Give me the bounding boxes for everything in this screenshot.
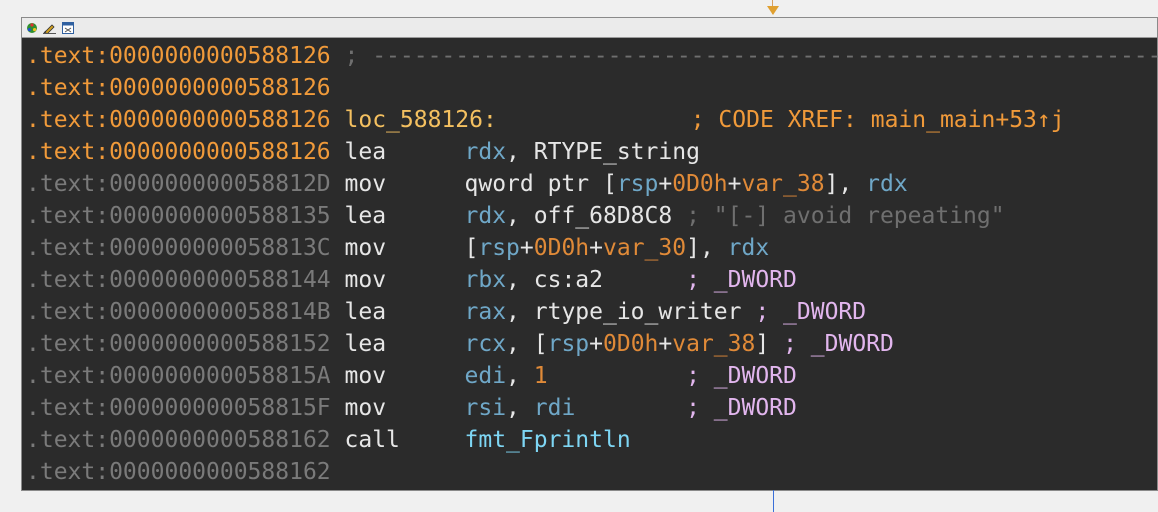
code-line[interactable]: .text:0000000000588126 bbox=[22, 72, 1157, 104]
operand-symbol[interactable]: cs:a2 bbox=[534, 267, 603, 293]
line-address: .text:0000000000588162 bbox=[26, 427, 331, 453]
type-comment: ; _DWORD bbox=[686, 267, 797, 293]
operand-text: ], bbox=[824, 171, 867, 197]
edit-icon[interactable] bbox=[43, 21, 56, 34]
operand-text: [ bbox=[533, 331, 548, 357]
incoming-edge-arrow-icon bbox=[767, 6, 779, 15]
code-line[interactable]: .text:0000000000588126 loc_588126: ; COD… bbox=[22, 104, 1157, 136]
type-comment: ; _DWORD bbox=[686, 395, 797, 421]
mnemonic: lea bbox=[344, 299, 387, 325]
mnemonic: mov bbox=[344, 363, 387, 389]
code-line[interactable]: .text:0000000000588152 lea rcx, [rsp+0D0h… bbox=[22, 328, 1157, 360]
operand-register[interactable]: rsi bbox=[465, 395, 507, 421]
operand-variable[interactable]: var_38 bbox=[672, 331, 755, 357]
mnemonic: mov bbox=[344, 395, 387, 421]
outgoing-edge bbox=[773, 490, 774, 512]
line-address: .text:000000000058815A bbox=[26, 363, 331, 389]
operand-symbol[interactable]: off_68D8C8 bbox=[534, 203, 672, 229]
operand-offset: 0D0h bbox=[672, 171, 728, 197]
code-line[interactable]: .text:0000000000588135 lea rdx, off_68D8C… bbox=[22, 200, 1157, 232]
code-line[interactable]: .text:0000000000588162 bbox=[22, 456, 1157, 488]
type-comment: ; _DWORD bbox=[783, 331, 894, 357]
operand-register[interactable]: rsp bbox=[617, 171, 659, 197]
xref-comment[interactable]: ; CODE XREF: main_main+53↑j bbox=[691, 107, 1065, 133]
operand-register[interactable]: rsp bbox=[548, 331, 590, 357]
line-address: .text:000000000058815F bbox=[26, 395, 331, 421]
line-address: .text:000000000058814B bbox=[26, 299, 331, 325]
operand-text: ] bbox=[755, 331, 770, 357]
code-line[interactable]: .text:0000000000588126 lea rdx, RTYPE_str… bbox=[22, 136, 1157, 168]
operand-register[interactable]: rdi bbox=[534, 395, 576, 421]
line-address: .text:0000000000588126 bbox=[26, 139, 331, 165]
operand-variable[interactable]: var_30 bbox=[603, 235, 686, 261]
code-line[interactable]: .text:0000000000588162 call fmt_Fprintln bbox=[22, 424, 1157, 456]
operand-immediate: 1 bbox=[533, 363, 548, 389]
line-address: .text:0000000000588126 bbox=[26, 107, 331, 133]
operand-register[interactable]: edi bbox=[465, 363, 507, 389]
operand-text: ], bbox=[686, 235, 728, 261]
operand-register[interactable]: rdx bbox=[465, 203, 507, 229]
code-line[interactable]: .text:000000000058815F mov rsi, rdi ; _DW… bbox=[22, 392, 1157, 424]
type-comment: ; _DWORD bbox=[755, 299, 867, 325]
window-icon[interactable] bbox=[61, 21, 74, 34]
graph-icon[interactable] bbox=[25, 21, 38, 34]
line-address: .text:0000000000588152 bbox=[26, 331, 331, 357]
operand-offset: 0D0h bbox=[533, 235, 590, 261]
operand-register[interactable]: rdx bbox=[465, 139, 507, 165]
code-label[interactable]: loc_588126: bbox=[345, 107, 497, 133]
string-comment: ; "[-] avoid repeating" bbox=[686, 203, 1005, 229]
type-comment: ; _DWORD bbox=[686, 363, 797, 389]
mnemonic: lea bbox=[344, 331, 387, 357]
operand-register[interactable]: rsp bbox=[478, 235, 520, 261]
line-address: .text:0000000000588144 bbox=[26, 267, 331, 293]
mnemonic: lea bbox=[344, 139, 387, 165]
mnemonic: mov bbox=[344, 267, 387, 293]
operand-register[interactable]: rcx bbox=[465, 331, 507, 357]
code-line[interactable]: .text:0000000000588126 ; ---------------… bbox=[22, 40, 1158, 72]
separator-comment: ; --------------------------------------… bbox=[344, 43, 1158, 69]
operand-text: [ bbox=[464, 235, 479, 261]
operand-register[interactable]: rdx bbox=[728, 235, 770, 261]
operand-register[interactable]: rdx bbox=[866, 171, 908, 197]
line-address: .text:000000000058812D bbox=[26, 171, 331, 197]
operand-register[interactable]: rbx bbox=[465, 267, 507, 293]
operand-text: qword ptr [ bbox=[464, 171, 617, 197]
code-line[interactable]: .text:000000000058812D mov qword ptr [rsp… bbox=[22, 168, 1157, 200]
code-line[interactable]: .text:000000000058814B lea rax, rtype_io_… bbox=[22, 296, 1157, 328]
line-address: .text:000000000058813C bbox=[26, 235, 331, 261]
disassembly-listing[interactable]: .text:0000000000588126 ; ---------------… bbox=[22, 38, 1158, 488]
mnemonic: lea bbox=[344, 203, 387, 229]
operand-offset: 0D0h bbox=[603, 331, 659, 357]
code-line[interactable]: .text:000000000058815A mov edi, 1 ; _DWOR… bbox=[22, 360, 1157, 392]
operand-variable[interactable]: var_38 bbox=[741, 171, 824, 197]
code-line[interactable]: .text:0000000000588144 mov rbx, cs:a2 ; _… bbox=[22, 264, 1157, 296]
mnemonic: call bbox=[344, 427, 400, 453]
operand-symbol[interactable]: RTYPE_string bbox=[534, 139, 700, 165]
operand-symbol[interactable]: rtype_io_writer bbox=[534, 299, 742, 325]
line-address: .text:0000000000588162 bbox=[26, 459, 331, 485]
mnemonic: mov bbox=[344, 235, 387, 261]
graph-node[interactable]: .text:0000000000588126 ; ---------------… bbox=[21, 17, 1158, 491]
line-address: .text:0000000000588126 bbox=[26, 43, 331, 69]
code-line[interactable]: .text:000000000058813C mov [rsp+0D0h+var_… bbox=[22, 232, 1157, 264]
node-header[interactable] bbox=[22, 18, 1157, 38]
call-target[interactable]: fmt_Fprintln bbox=[465, 427, 631, 453]
line-address: .text:0000000000588126 bbox=[26, 75, 331, 101]
mnemonic: mov bbox=[344, 171, 387, 197]
operand-register[interactable]: rax bbox=[465, 299, 507, 325]
line-address: .text:0000000000588135 bbox=[26, 203, 331, 229]
